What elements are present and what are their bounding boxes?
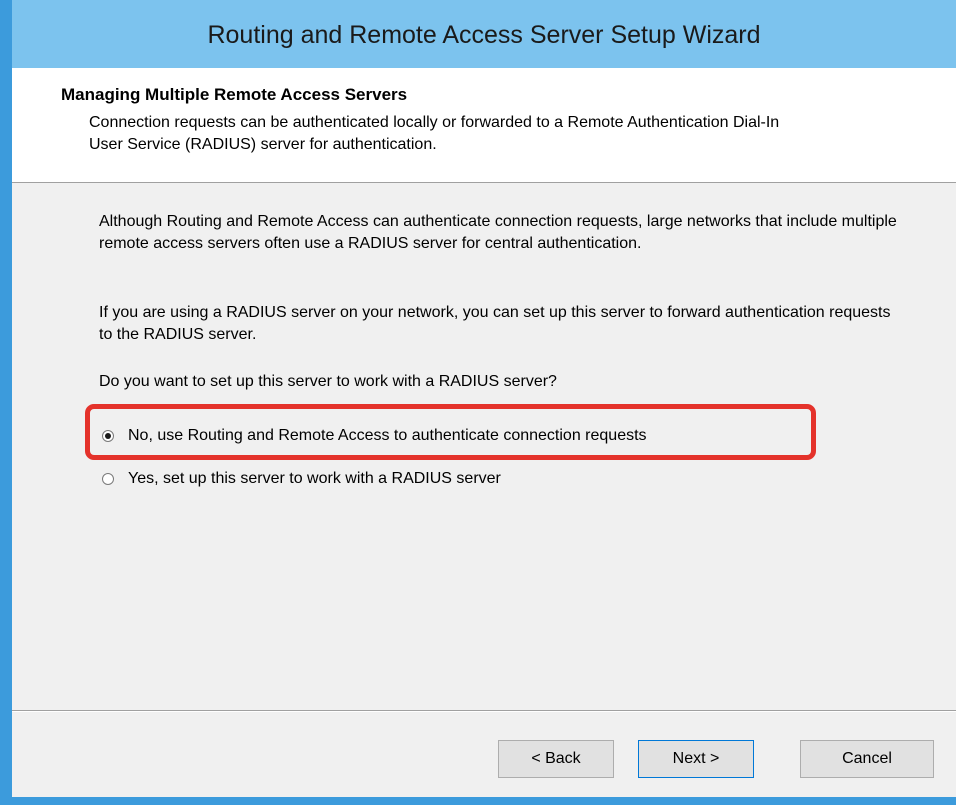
next-button[interactable]: Next > [638,740,754,778]
option-yes-radius[interactable]: Yes, set up this server to work with a R… [102,467,501,491]
page-title: Managing Multiple Remote Access Servers [61,85,408,104]
back-button[interactable]: < Back [498,740,614,778]
description-paragraph-1: Although Routing and Remote Access can a… [99,213,897,252]
cancel-button[interactable]: Cancel [800,740,934,778]
radius-question: Do you want to set up this server to wor… [99,373,557,390]
description-paragraph-2: If you are using a RADIUS server on your… [99,304,891,343]
page-subtitle: Connection requests can be authenticated… [89,114,780,153]
highlight-annotation [85,404,816,460]
footer-divider [12,710,956,712]
wizard-header: Managing Multiple Remote Access Servers … [12,68,956,183]
title-bar[interactable]: Routing and Remote Access Server Setup W… [12,0,956,68]
wizard-window: Routing and Remote Access Server Setup W… [0,0,956,805]
wizard-client-area: Managing Multiple Remote Access Servers … [12,68,956,797]
radio-button-unchecked[interactable] [102,473,114,485]
option-label[interactable]: Yes, set up this server to work with a R… [128,470,501,488]
window-title: Routing and Remote Access Server Setup W… [207,21,761,49]
